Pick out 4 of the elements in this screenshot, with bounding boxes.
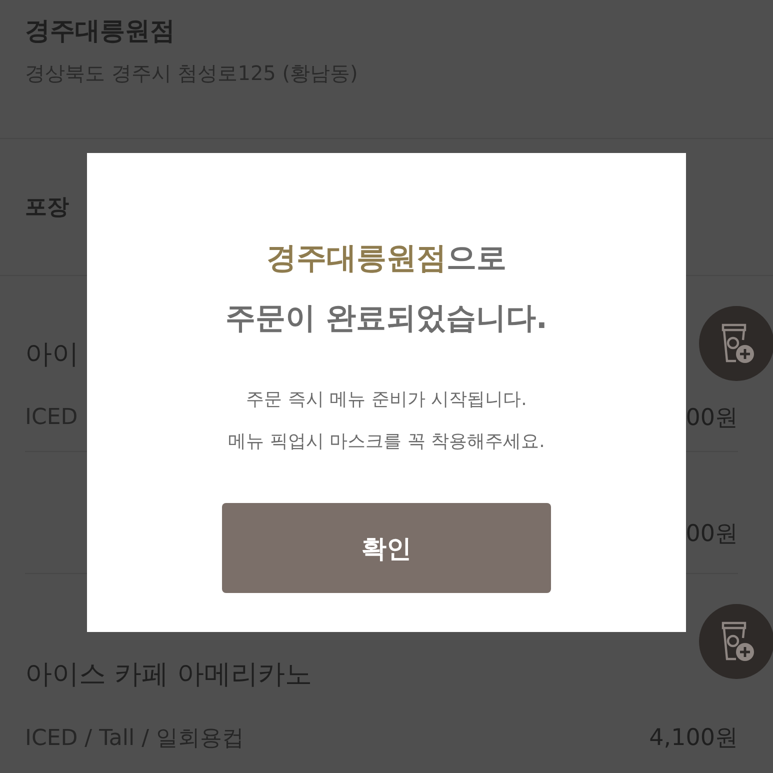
dialog-title: 경주대릉원점으로 주문이 완료되었습니다. <box>226 240 548 338</box>
confirm-button[interactable]: 확인 <box>222 503 551 593</box>
dialog-message: 주문 즉시 메뉴 준비가 시작됩니다. <box>245 388 528 412</box>
dialog-message: 메뉴 픽업시 마스크를 꼭 착용해주세요. <box>228 430 545 454</box>
